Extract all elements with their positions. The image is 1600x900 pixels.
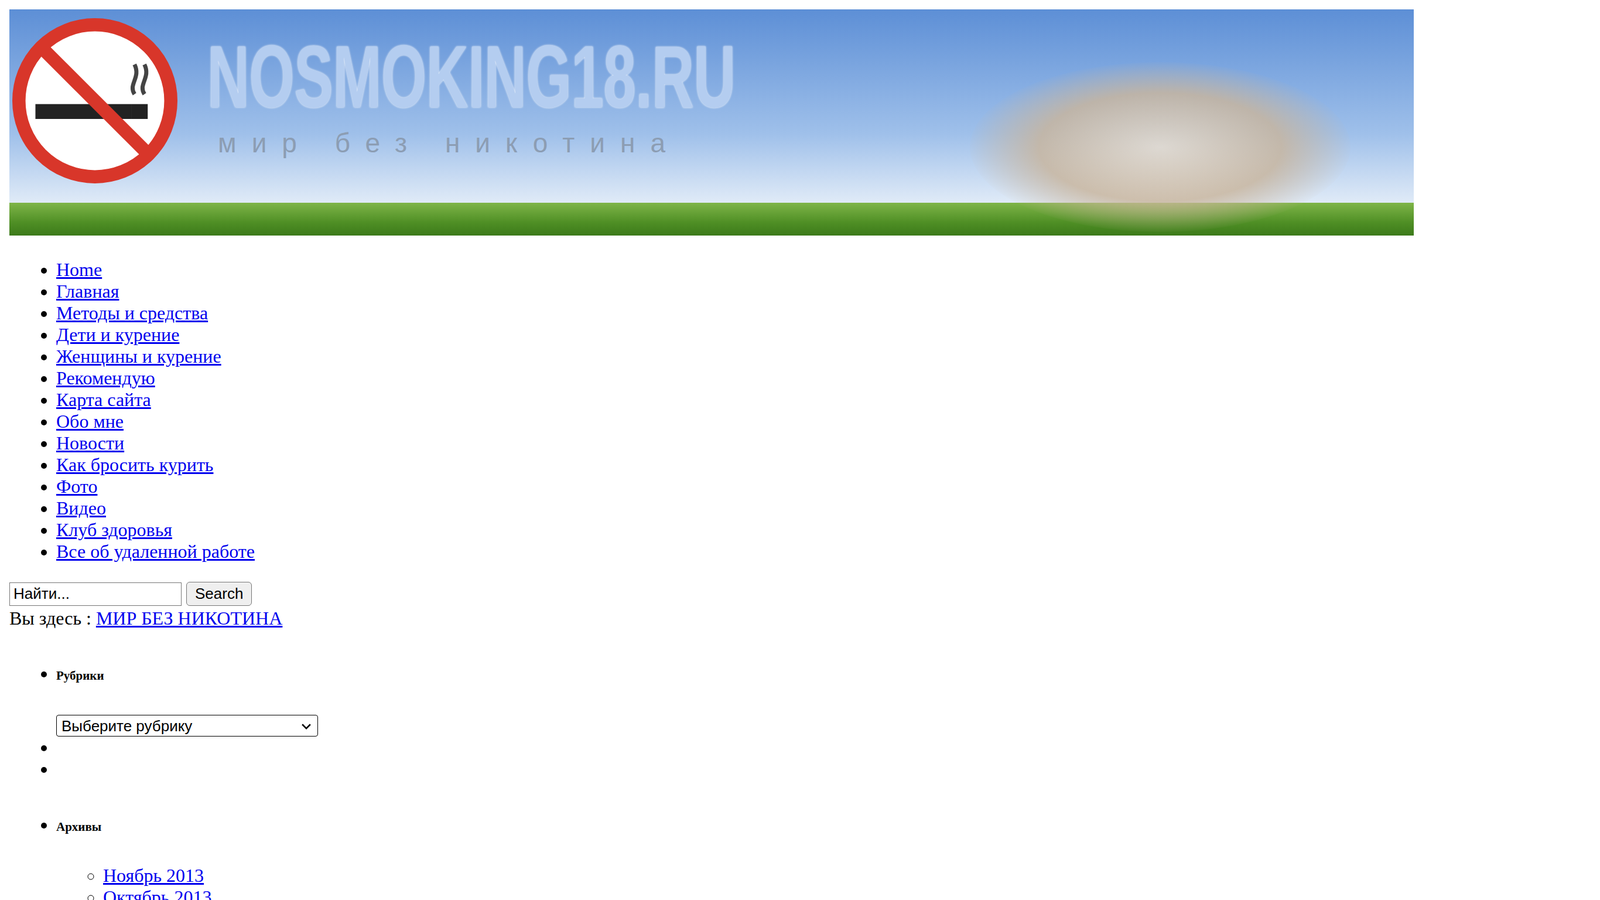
page: NOSMOKING18.RU мир без никотина HomeГлавна…	[0, 0, 1600, 900]
widget-archives: Архивы Ноябрь 2013Октябрь 2013	[56, 813, 1591, 900]
select-value: Выберите рубрику	[61, 716, 193, 735]
nav-item: Клуб здоровья	[56, 518, 1591, 541]
nav-item: Новости	[56, 432, 1591, 454]
nav-item: Home	[56, 258, 1591, 281]
nav-link[interactable]: Как бросить курить	[56, 453, 214, 475]
nav-link[interactable]: Клуб здоровья	[56, 518, 173, 540]
archive-link[interactable]: Ноябрь 2013	[103, 864, 204, 886]
nav-item: Видео	[56, 497, 1591, 519]
empty-widget	[56, 736, 1591, 758]
search-input[interactable]	[9, 582, 182, 606]
nav-item: Фото	[56, 475, 1591, 498]
nav-item: Главная	[56, 280, 1591, 303]
breadcrumb: Вы здесь : МИР БЕЗ НИКОТИНА	[9, 607, 1591, 629]
archive-link[interactable]: Октябрь 2013	[103, 886, 212, 900]
nav-link[interactable]: Новости	[56, 432, 125, 454]
nav-link[interactable]: Обо мне	[56, 410, 124, 432]
nav-link[interactable]: Все об удаленной работе	[56, 540, 255, 562]
nav-item: Женщины и курение	[56, 345, 1591, 368]
site-tagline: мир без никотина	[207, 125, 1008, 161]
archive-item: Ноябрь 2013	[103, 864, 1591, 887]
category-select[interactable]: Выберите рубрику	[56, 714, 319, 737]
site-banner: NOSMOKING18.RU мир без никотина	[9, 9, 1414, 236]
nav-link[interactable]: Карта сайта	[56, 388, 152, 410]
nav-link[interactable]: Home	[56, 258, 102, 280]
widget-title: Архивы	[56, 819, 1591, 834]
nav-item: Карта сайта	[56, 388, 1591, 411]
widget-title: Рубрики	[56, 668, 1591, 683]
search-form: Search	[9, 581, 1591, 606]
widget-categories: Рубрики Выберите рубрику	[56, 662, 1591, 737]
family-photo	[969, 62, 1351, 232]
nav-link[interactable]: Видео	[56, 497, 107, 519]
nav-link[interactable]: Фото	[56, 475, 98, 497]
main-nav: HomeГлавнаяМетоды и средстваДети и курен…	[9, 258, 1591, 563]
nav-link[interactable]: Женщины и курение	[56, 345, 222, 367]
nav-item: Как бросить курить	[56, 453, 1591, 476]
nav-item: Рекомендую	[56, 367, 1591, 389]
archive-list: Ноябрь 2013Октябрь 2013	[56, 864, 1591, 900]
nav-item: Все об удаленной работе	[56, 540, 1591, 563]
breadcrumb-label: Вы здесь :	[9, 607, 92, 629]
search-button[interactable]: Search	[186, 581, 252, 606]
breadcrumb-link[interactable]: МИР БЕЗ НИКОТИНА	[96, 607, 283, 629]
nav-link[interactable]: Главная	[56, 280, 119, 302]
nav-link[interactable]: Дети и курение	[56, 323, 180, 345]
nav-link[interactable]: Рекомендую	[56, 367, 156, 389]
nav-link[interactable]: Методы и средства	[56, 302, 208, 324]
nav-item: Дети и курение	[56, 323, 1591, 346]
nav-item: Методы и средства	[56, 302, 1591, 324]
chevron-down-icon	[299, 719, 313, 733]
archive-item: Октябрь 2013	[103, 886, 1591, 900]
nav-item: Обо мне	[56, 410, 1591, 433]
no-smoking-icon	[12, 18, 178, 184]
site-logo-title: NOSMOKING18.RU	[207, 32, 736, 121]
sidebar-widgets: Рубрики Выберите рубрику Архивы Ноябрь 2013…	[9, 662, 1591, 900]
